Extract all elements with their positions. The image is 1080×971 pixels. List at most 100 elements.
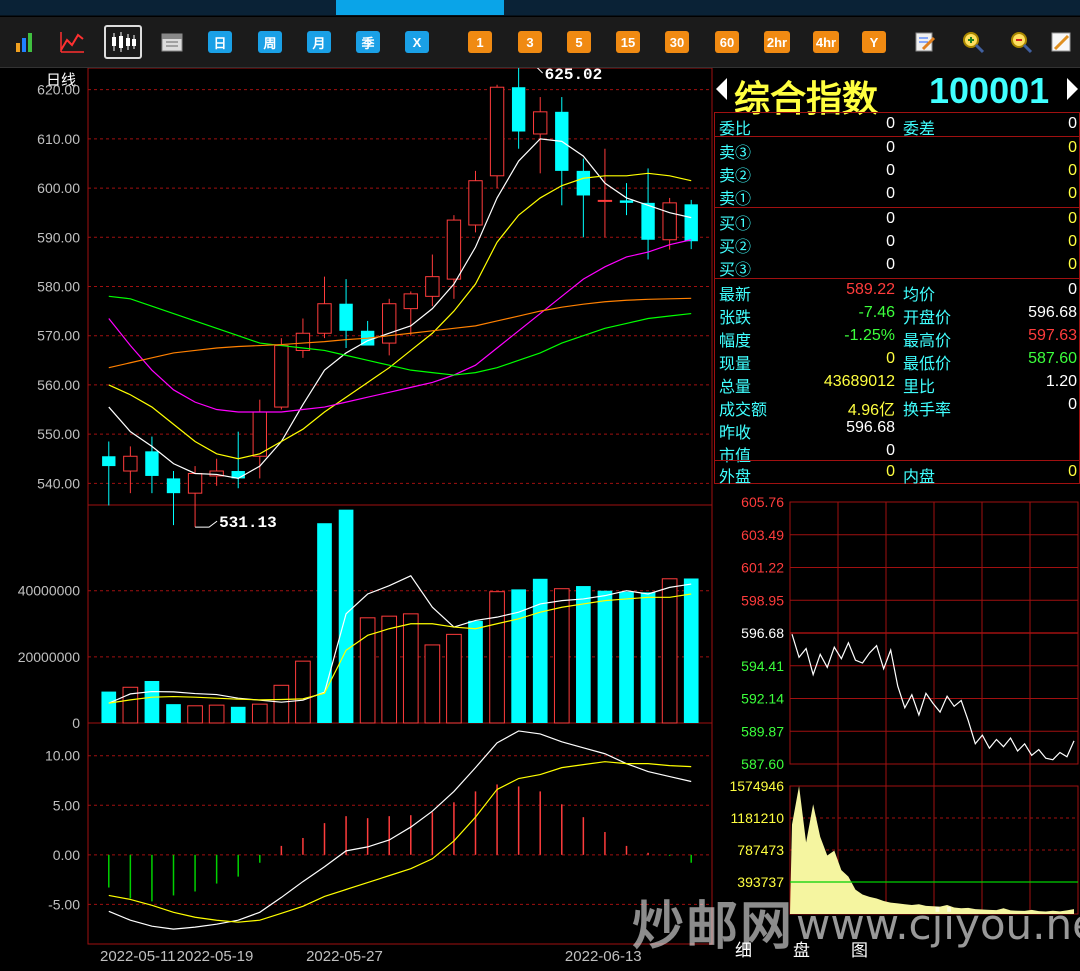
- calendar-icon[interactable]: [157, 31, 187, 53]
- minute-5-button[interactable]: 5: [567, 31, 591, 53]
- candle-body: [576, 170, 591, 196]
- zoom-out-icon[interactable]: [1006, 31, 1036, 54]
- candle-body: [468, 180, 483, 226]
- stat-value: 597.63: [1028, 327, 1077, 344]
- volume-bar: [532, 578, 548, 723]
- prev-security-icon[interactable]: [716, 78, 727, 100]
- volume-tick-label: 0: [72, 715, 80, 731]
- stat-row: 最新 589.22 均价 0: [715, 279, 1079, 304]
- candle-body: [425, 276, 440, 297]
- minute-1-button[interactable]: 1: [468, 31, 492, 53]
- candle-body: [641, 202, 655, 240]
- stat-value: 0: [886, 442, 895, 459]
- sell-volume: 0: [1068, 139, 1077, 156]
- sell-row: 卖② 0 0: [715, 160, 1079, 185]
- quote-header: 综合指数 100001: [714, 68, 1080, 120]
- stat-value: 43689012: [823, 373, 895, 390]
- volume-bar: [208, 704, 225, 724]
- date-label: 2022-05-19: [177, 948, 254, 965]
- volume-bars: [101, 509, 699, 724]
- candles: [102, 68, 698, 528]
- order-ratio-row: 委比 0 委差 0: [715, 113, 1079, 138]
- buy-price: 0: [886, 210, 895, 227]
- price-tick-label: 570.00: [37, 328, 80, 344]
- stat-row: 现量 0 最低价 587.60: [715, 348, 1079, 373]
- date-axis: 2022-05-11 2022-05-19 2022-05-27 2022-06-13: [100, 948, 642, 965]
- sell-volume: 0: [1068, 162, 1077, 179]
- window-tab[interactable]: [840, 0, 1080, 15]
- window-tab-active[interactable]: [336, 0, 505, 15]
- kline-chart[interactable]: 日线 620.00610.00600.00590.00580.00570.005…: [0, 68, 714, 971]
- candle-body: [317, 303, 332, 334]
- price-ma-line: [108, 239, 692, 413]
- price-tick-label: 540.00: [37, 475, 80, 491]
- watermark-logo: 炒邮网: [632, 897, 795, 957]
- period-week-button[interactable]: 周: [258, 31, 282, 53]
- outer-inner-box: 外盘 0 内盘 0: [714, 460, 1080, 486]
- edit-icon[interactable]: [910, 31, 940, 53]
- next-security-icon[interactable]: [1067, 78, 1078, 100]
- candlestick-icon[interactable]: [104, 25, 142, 59]
- window-tab[interactable]: [504, 0, 673, 15]
- intraday-tick-label: 601.22: [741, 560, 784, 576]
- draw-icon[interactable]: [1046, 31, 1076, 53]
- intraday-tick-label: 605.76: [741, 494, 784, 510]
- intraday-volume-tick: 787473: [737, 842, 784, 858]
- hour-4-button[interactable]: 4hr: [813, 31, 839, 53]
- period-month-button[interactable]: 月: [307, 31, 331, 53]
- volume-bar: [101, 691, 117, 723]
- buy-row: 买② 0 0: [715, 231, 1079, 256]
- candle-body: [274, 345, 289, 408]
- stat-row: 成交额 4.96亿 换手率 0: [715, 394, 1079, 419]
- stat-row: 幅度 -1.25% 最高价 597.63: [715, 325, 1079, 350]
- window-tab[interactable]: [0, 0, 169, 15]
- candle-body: [252, 411, 267, 457]
- intraday-tick-label: 592.14: [741, 691, 784, 707]
- window-tab-strip: [0, 0, 1080, 16]
- zoom-in-icon[interactable]: [958, 31, 988, 54]
- buy-price: 0: [886, 256, 895, 273]
- volume-bar: [338, 509, 354, 723]
- candle-body: [123, 455, 138, 472]
- stat-value: 0: [1068, 396, 1077, 413]
- security-code: 100001: [929, 70, 1050, 111]
- period-x-button[interactable]: X: [405, 31, 429, 53]
- order-diff-value: 0: [1068, 115, 1077, 132]
- line-chart-icon[interactable]: [57, 31, 87, 53]
- sell-row: 卖③ 0 0: [715, 137, 1079, 162]
- minute-30-button[interactable]: 30: [665, 31, 689, 53]
- minute-3-button[interactable]: 3: [518, 31, 542, 53]
- sell-volume: 0: [1068, 185, 1077, 202]
- volume-bar: [597, 590, 613, 723]
- window-tab[interactable]: [672, 0, 841, 15]
- candle-body: [446, 219, 462, 280]
- minute-15-button[interactable]: 15: [616, 31, 640, 53]
- volume-bar: [468, 620, 483, 723]
- period-quarter-button[interactable]: 季: [356, 31, 380, 53]
- candle-body: [145, 451, 159, 476]
- volume-tick-label: 20000000: [18, 649, 81, 665]
- candle-body: [533, 111, 548, 135]
- volume-bar: [230, 706, 246, 723]
- year-button[interactable]: Y: [862, 31, 886, 53]
- bar-chart-icon[interactable]: [10, 31, 40, 53]
- macd-histogram: [108, 784, 692, 902]
- price-tick-label: 600.00: [37, 180, 80, 196]
- window-tab[interactable]: [168, 0, 337, 15]
- intraday-tick-label: 594.41: [741, 658, 784, 674]
- intraday-chart[interactable]: 605.76 603.49 601.22 598.95 596.68 594.41 592.…: [714, 490, 1080, 936]
- hour-2-button[interactable]: 2hr: [764, 31, 790, 53]
- candle-body: [187, 472, 203, 494]
- period-day-button[interactable]: 日: [208, 31, 232, 53]
- candle-body: [166, 478, 181, 494]
- date-label: 2022-06-13: [565, 948, 642, 965]
- volume-bar: [273, 684, 290, 724]
- volume-bar: [424, 644, 441, 724]
- stat-value: -7.46: [858, 304, 895, 321]
- stats-box: 最新 589.22 均价 0 张跌 -7.46 开盘价 596.68 幅度 -1.25% 最高价 59…: [714, 278, 1080, 465]
- stat-value: 596.68: [846, 419, 895, 436]
- stat-row: 昨收 596.68: [715, 417, 1079, 442]
- minute-60-button[interactable]: 60: [715, 31, 739, 53]
- sell-level-label: 卖①: [719, 191, 752, 208]
- candle-body: [662, 202, 677, 241]
